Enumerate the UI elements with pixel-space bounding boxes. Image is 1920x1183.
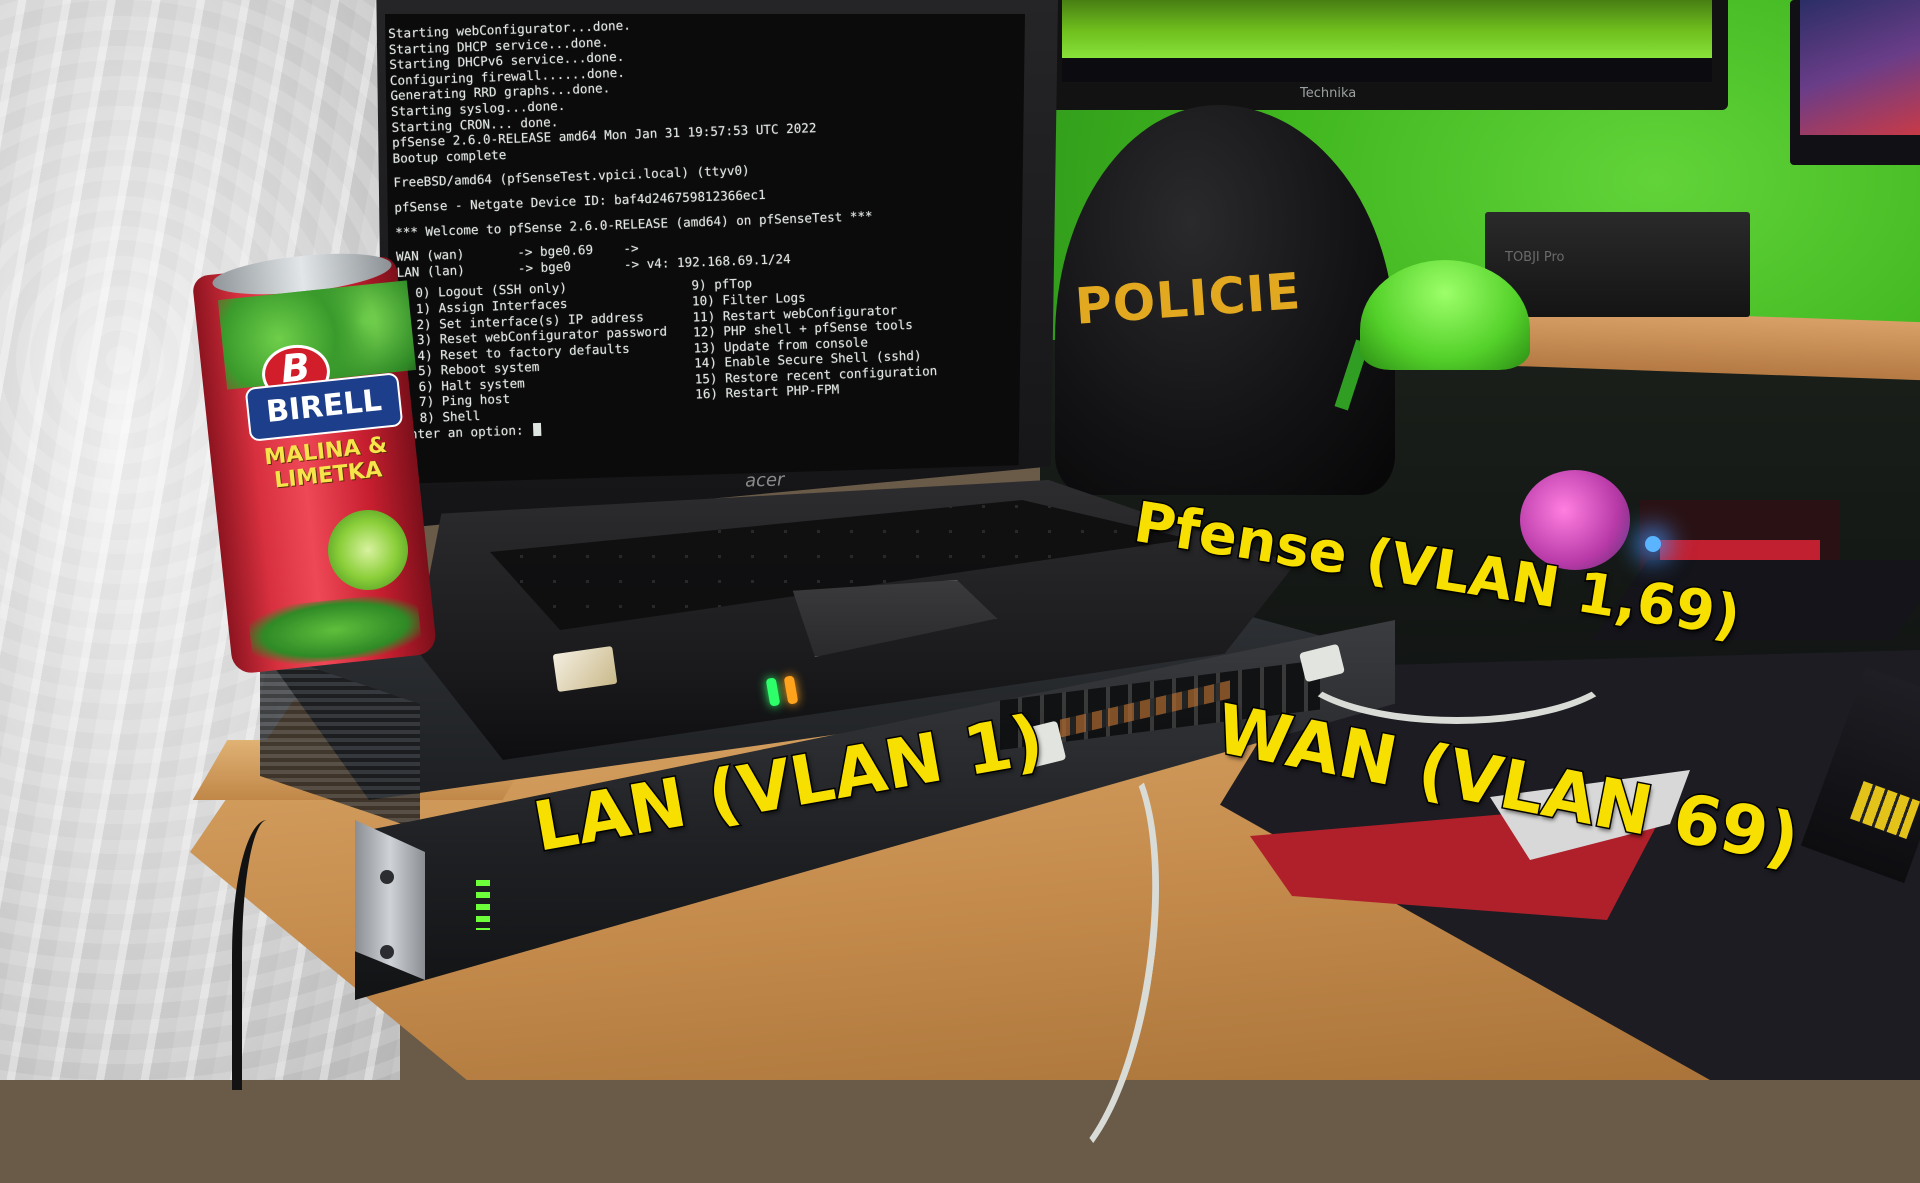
blue-led-light (1645, 536, 1661, 552)
red-device-stripe (1660, 540, 1820, 560)
rack-screw-hole (380, 945, 394, 959)
menu-left-column: 0) Logout (SSH only) 1) Assign Interfaces… (397, 277, 670, 427)
shelf-box-label: TOBJI Pro (1505, 250, 1565, 265)
background-monitor-taskbar (1062, 58, 1712, 82)
prompt-text: Enter an option: (401, 422, 524, 442)
pfsense-console[interactable]: Starting webConfigurator...done. Starting… (388, 4, 1033, 476)
laptop-brand-logo: acer (744, 469, 785, 492)
text-cursor (532, 422, 542, 436)
right-monitor-screen (1800, 0, 1920, 135)
black-power-cable (232, 820, 302, 1090)
rack-screw-hole (380, 870, 394, 884)
menu-right-column: 9) pfTop 10) Filter Logs 11) Restart webCo… (691, 267, 938, 416)
background-monitor-screen (1062, 0, 1712, 58)
boot-log: Starting webConfigurator...done. Starting… (388, 4, 1023, 166)
switch-status-leds (476, 880, 490, 930)
monitor-brand-label: Technika (1300, 86, 1357, 101)
